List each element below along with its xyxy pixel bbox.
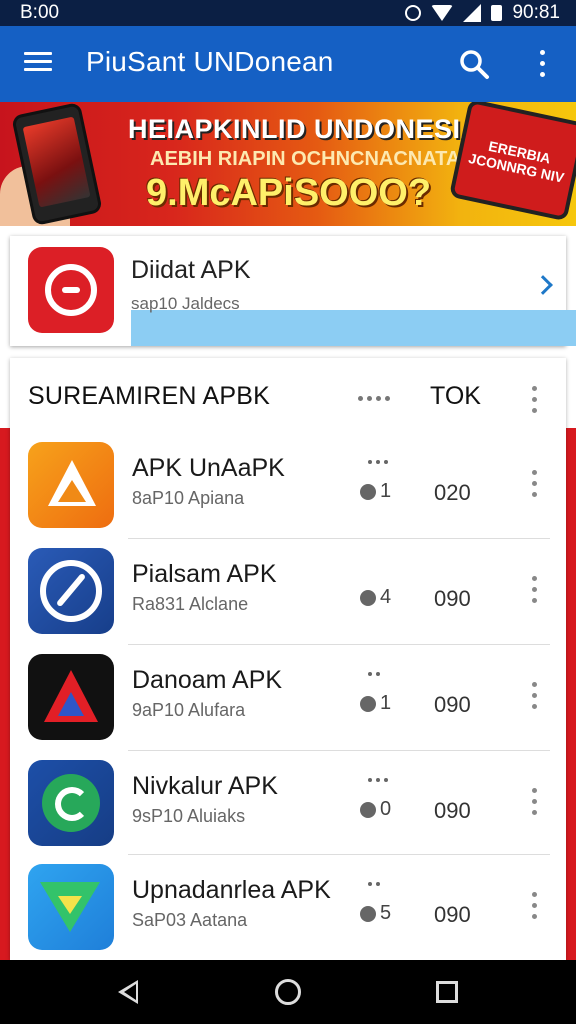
status-time: B:00 (20, 2, 60, 23)
app-icon-blue-compass (28, 548, 114, 634)
section-right-label: TOK (430, 382, 481, 410)
more-vert-icon[interactable] (529, 576, 539, 606)
rating-icon (360, 905, 376, 922)
app-list-card: SUREAMIREN APBK TOK APK UnAaPK 8aP10 Api… (10, 358, 566, 960)
section-dots-icon (358, 396, 394, 402)
status-icons: 90:81 (405, 2, 560, 24)
app-rating: 0 (360, 798, 391, 821)
banner-promo-text: 9.McAPiSOOO? (146, 172, 432, 214)
app-icon-green-gem (28, 864, 114, 950)
row-dots-icon (368, 778, 388, 782)
status-clock: 90:81 (512, 2, 560, 23)
more-vert-icon[interactable] (529, 470, 539, 500)
chevron-right-icon[interactable] (533, 275, 553, 295)
overflow-menu-icon[interactable] (534, 50, 550, 80)
app-rating: 4 (360, 586, 391, 609)
divider (128, 644, 550, 645)
list-item[interactable]: Danoam APK 9aP10 Alufara 1 090 (10, 644, 566, 750)
rating-icon (360, 801, 376, 818)
banner-tag: ERERBIA JCONNRG NIV (448, 102, 576, 222)
promo-banner[interactable]: HEIAPKINLID UNDONESIAI AEBIH RIAPIN OCHN… (0, 102, 576, 226)
rating-icon (360, 483, 376, 500)
featured-app-subtitle: sap10 Jaldecs (131, 294, 240, 313)
divider (128, 854, 550, 855)
banner-headline: HEIAPKINLID UNDONESIAI (128, 114, 489, 144)
app-icon-red-delta (28, 654, 114, 740)
app-name: APK UnAaPK (132, 454, 285, 482)
divider (128, 750, 550, 751)
home-icon[interactable] (275, 979, 301, 1005)
list-item[interactable]: Upnadanrlea APK SaP03 Aatana 5 090 (10, 854, 566, 960)
featured-app-card[interactable]: Diidat APK sap10 Jaldecs (10, 236, 576, 346)
list-item[interactable]: Nivkalur APK 9sP10 Aluiaks 0 090 (10, 750, 566, 856)
back-icon[interactable] (118, 980, 138, 1004)
app-subtitle: 9sP10 Aluiaks (132, 806, 246, 826)
app-count: 090 (434, 586, 471, 611)
app-subtitle: 9aP10 Alufara (132, 700, 246, 720)
featured-app-name: Diidat APK (131, 256, 251, 284)
menu-icon[interactable] (24, 52, 52, 74)
app-subtitle: 8aP10 Apiana (132, 488, 245, 508)
more-vert-icon[interactable] (529, 788, 539, 818)
list-item[interactable]: Pialsam APK Ra831 Alclane 4 090 (10, 538, 566, 644)
app-rating: 5 (360, 902, 391, 925)
app-icon-green-circle (28, 760, 114, 846)
app-name: Pialsam APK (132, 560, 277, 588)
battery-icon (491, 5, 503, 21)
app-rating: 1 (360, 480, 391, 503)
system-nav-bar (0, 960, 576, 1024)
app-rating: 1 (360, 692, 391, 715)
app-count: 090 (434, 798, 471, 823)
more-vert-icon[interactable] (529, 892, 539, 922)
row-dots-icon (368, 882, 380, 886)
app-count: 090 (434, 902, 471, 927)
signal-icon (463, 4, 482, 22)
divider (128, 538, 550, 539)
rating-icon (360, 589, 376, 606)
alarm-icon (405, 5, 422, 21)
section-more-icon[interactable] (529, 386, 539, 416)
app-bar: PiuSant UNDonean (0, 26, 576, 102)
section-title: SUREAMIREN APBK (28, 382, 270, 410)
rating-icon (360, 695, 376, 712)
app-count: 090 (434, 692, 471, 717)
app-title: PiuSant UNDonean (86, 46, 334, 77)
recents-icon[interactable] (436, 981, 458, 1003)
app-count: 020 (434, 480, 471, 505)
wifi-icon (431, 5, 454, 21)
list-item[interactable]: APK UnAaPK 8aP10 Apiana 1 020 (10, 432, 566, 538)
row-dots-icon (368, 672, 380, 676)
more-vert-icon[interactable] (529, 682, 539, 712)
app-name: Upnadanrlea APK (132, 876, 331, 904)
app-subtitle: Ra831 Alclane (132, 594, 249, 614)
app-icon-orange-triangle (28, 442, 114, 528)
download-progress-bar (131, 310, 576, 346)
app-icon-red-circle (28, 247, 114, 333)
status-bar: B:00 90:81 (0, 0, 576, 26)
row-dots-icon (368, 460, 388, 464)
banner-subheadline: AEBIH RIAPIN OCHNCNACNATAN (150, 148, 475, 170)
search-icon[interactable] (458, 48, 490, 80)
app-name: Danoam APK (132, 666, 283, 694)
app-name: Nivkalur APK (132, 772, 278, 800)
app-subtitle: SaP03 Aatana (132, 910, 248, 930)
